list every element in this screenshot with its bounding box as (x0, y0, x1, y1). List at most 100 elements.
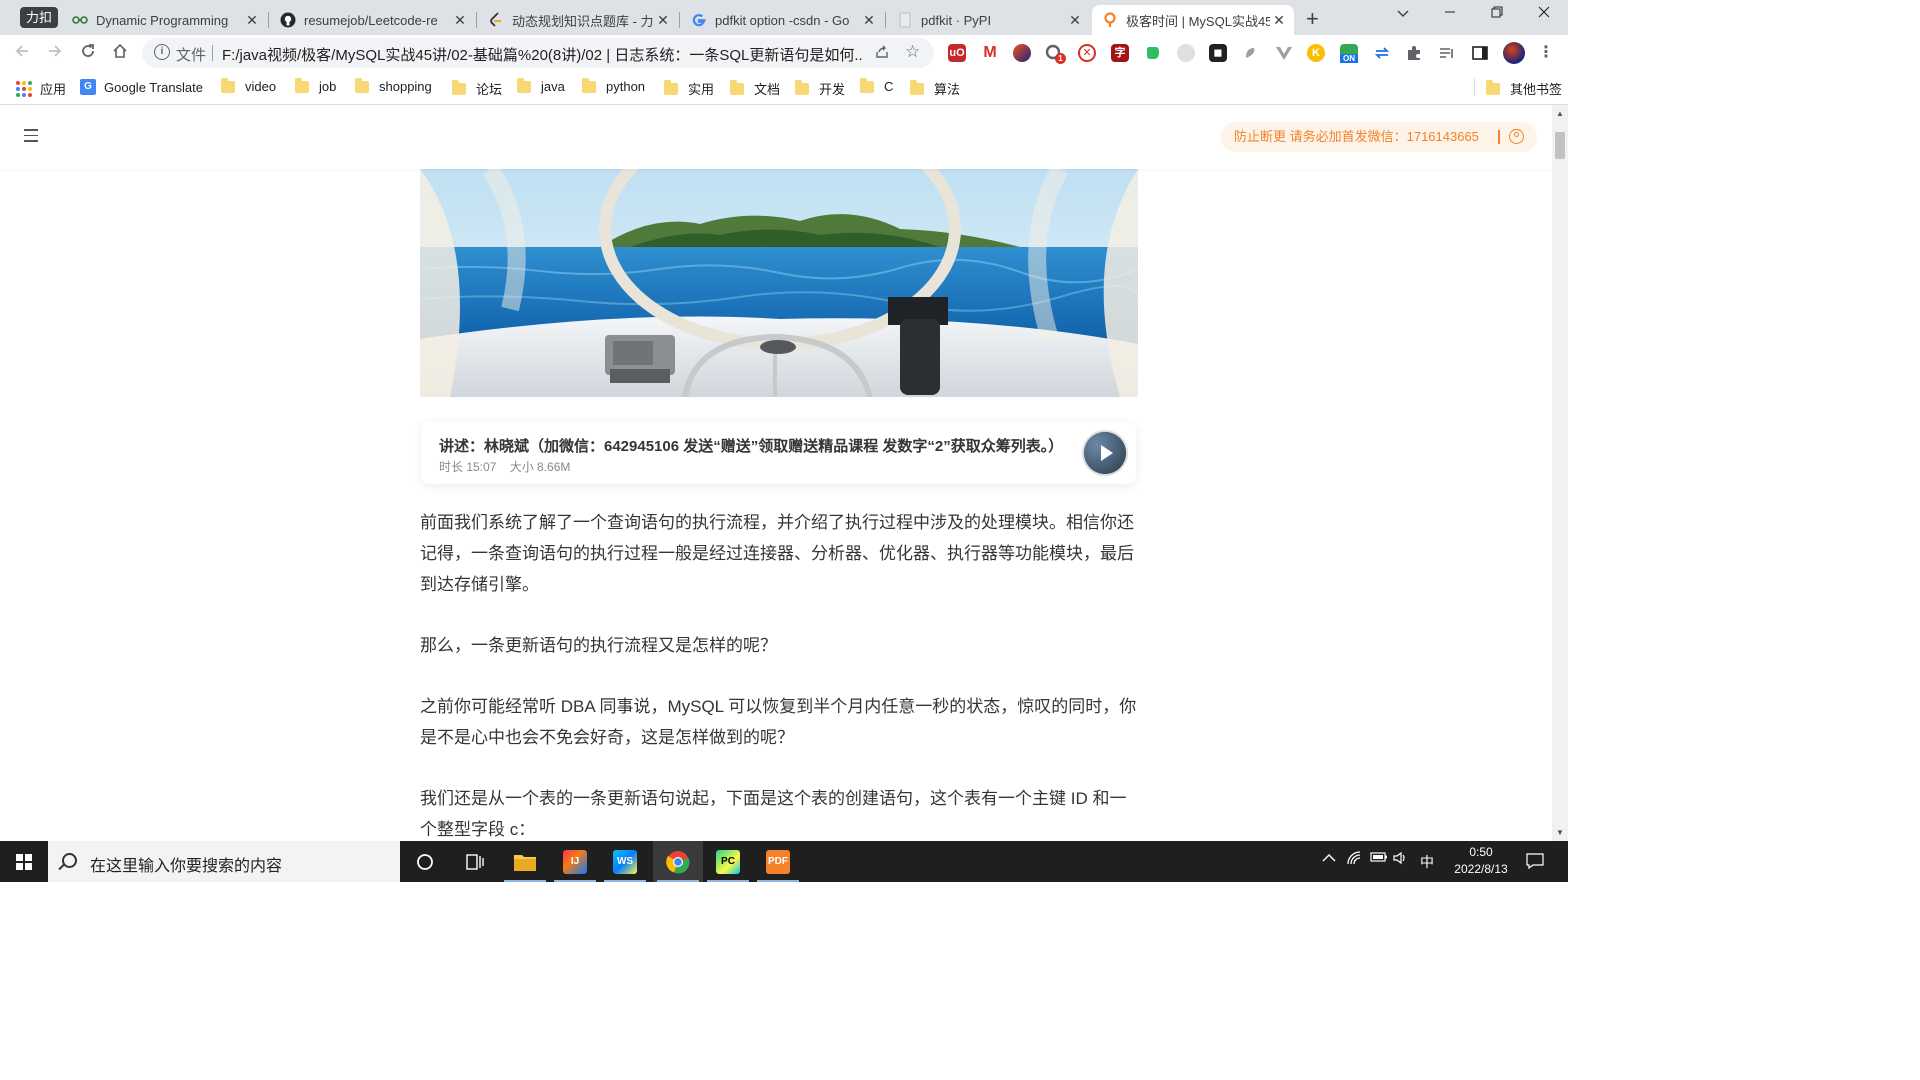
notice-pill: 防止断更 请务必加首发微信：1716143665 (1221, 122, 1537, 152)
loading-extension-icon[interactable] (1177, 44, 1195, 62)
ime-indicator[interactable]: 中 (1420, 852, 1434, 872)
reload-icon[interactable] (78, 43, 98, 64)
menu-kebab-icon[interactable]: ⋮ (1537, 44, 1555, 62)
task-view-icon[interactable] (450, 841, 500, 882)
close-icon[interactable]: ✕ (1270, 12, 1288, 29)
home-icon[interactable] (110, 43, 130, 64)
audio-player-card[interactable]: 讲述：林晓斌（加微信：642945106 发送“赠送”领取赠送精品课程 发数字“… (421, 422, 1136, 484)
evernote-icon[interactable] (1144, 44, 1162, 62)
file-explorer-icon[interactable] (500, 841, 550, 882)
taskbar-search[interactable]: 在这里输入你要搜索的内容 (48, 841, 400, 882)
back-icon[interactable] (12, 43, 32, 64)
close-icon[interactable]: ✕ (451, 12, 469, 29)
folder-icon (910, 79, 924, 95)
side-panel-icon[interactable] (1471, 44, 1489, 62)
article-paragraph: 之前你可能经常听 DBA 同事说，MySQL 可以恢复到半个月内任意一秒的状态，… (420, 697, 1137, 747)
minimize-icon[interactable] (1444, 5, 1456, 21)
battery-icon[interactable] (1370, 851, 1388, 866)
tab-geektime-active[interactable]: 极客时间 | MySQL实战45 ✕ (1092, 5, 1294, 35)
bookmark-star-icon[interactable]: ☆ (905, 42, 920, 62)
volume-icon[interactable] (1393, 851, 1409, 868)
bookmark-folder-python[interactable]: python (582, 77, 645, 94)
tab-github[interactable]: resumejob/Leetcode-re ✕ (270, 5, 475, 35)
audio-duration: 时长 15:07 (439, 460, 497, 474)
bookmark-folder-forum[interactable]: 论坛 (452, 79, 502, 98)
color-picker-icon[interactable] (1013, 44, 1031, 62)
url-text[interactable]: F:/java视频/极客/MySQL实战45讲/02-基础篇%20(8讲)/02… (222, 44, 862, 65)
pycharm-icon[interactable]: PC (703, 841, 753, 882)
profile-avatar[interactable] (1503, 42, 1525, 64)
tab-group-chip[interactable]: 力扣 (20, 7, 59, 28)
bookmark-folder-other[interactable]: 其他书签 (1486, 79, 1562, 98)
bookmark-folder-docs[interactable]: 文档 (730, 79, 780, 98)
extensions-puzzle-icon[interactable] (1405, 44, 1423, 62)
restore-icon[interactable] (1491, 5, 1503, 21)
intellij-idea-icon[interactable]: IJ (550, 841, 600, 882)
chrome-icon[interactable] (653, 841, 703, 882)
bookmark-folder-c[interactable]: C (860, 77, 893, 94)
toggle-extension-icon[interactable]: ON (1340, 44, 1358, 63)
bookmark-folder-dev[interactable]: 开发 (795, 79, 845, 98)
address-bar[interactable]: i 文件 F:/java视频/极客/MySQL实战45讲/02-基础篇%20(8… (142, 38, 934, 68)
vue-devtools-icon[interactable] (1275, 44, 1293, 62)
tab-search-icon[interactable] (1397, 5, 1409, 21)
play-button[interactable] (1084, 432, 1126, 474)
new-tab-button[interactable]: + (1306, 6, 1319, 32)
translate-swap-icon[interactable] (1373, 44, 1391, 62)
wifi-icon[interactable] (1347, 851, 1363, 868)
orange-extension-icon[interactable]: K (1307, 44, 1325, 62)
notifications-icon[interactable] (1526, 853, 1544, 872)
tab-title: 动态规划知识点题库 - 力扣 (512, 13, 654, 29)
folder-icon (452, 79, 466, 95)
tab-google-search[interactable]: pdfkit option -csdn - Go ✕ (681, 5, 884, 35)
pypi-icon (897, 12, 913, 28)
dictionary-icon[interactable]: 字 (1111, 44, 1129, 62)
page-scrollbar[interactable]: ▲ ▼ (1552, 105, 1568, 841)
bookmark-folder-java[interactable]: java (517, 77, 565, 94)
apps-shortcut[interactable]: 应用 (16, 79, 66, 98)
reading-list-icon[interactable] (1438, 44, 1456, 62)
bookmark-folder-shopping[interactable]: shopping (355, 77, 432, 94)
gmail-icon[interactable]: M (981, 44, 999, 62)
bookmark-folder-utilities[interactable]: 实用 (664, 79, 714, 98)
bookmark-google-translate[interactable]: G Google Translate (80, 79, 203, 95)
user-icon[interactable] (1509, 129, 1524, 144)
on-badge: ON (1340, 54, 1358, 63)
close-icon[interactable]: ✕ (1066, 12, 1084, 29)
scroll-down-icon[interactable]: ▼ (1556, 828, 1564, 837)
folder-icon (221, 77, 235, 93)
info-icon[interactable]: i (154, 44, 170, 60)
folder-icon (582, 77, 596, 93)
close-icon[interactable]: ✕ (243, 12, 261, 29)
tab-dynamic-programming[interactable]: Dynamic Programming ✕ (62, 5, 267, 35)
show-hidden-icons[interactable] (1322, 851, 1336, 866)
system-clock[interactable]: 0:50 2022/8/13 (1446, 844, 1516, 878)
ublock-icon[interactable]: uO (948, 44, 966, 62)
forward-icon[interactable] (45, 43, 65, 64)
bookmark-label: 开发 (819, 82, 846, 97)
webstorm-icon[interactable]: WS (600, 841, 650, 882)
close-icon[interactable]: ✕ (860, 12, 878, 29)
start-button[interactable] (0, 841, 48, 882)
cortana-icon[interactable] (400, 841, 450, 882)
bookmark-label: 应用 (40, 82, 67, 97)
article-paragraph: 前面我们系统了解了一个查询语句的执行流程，并介绍了执行过程中涉及的处理模块。相信… (420, 513, 1134, 594)
block-icon[interactable]: ✕ (1078, 44, 1096, 62)
scrollbar-thumb[interactable] (1555, 132, 1565, 159)
dark-reader-icon[interactable]: ◼ (1209, 44, 1227, 62)
close-icon[interactable]: ✕ (654, 12, 672, 29)
bookmark-folder-algorithms[interactable]: 算法 (910, 79, 960, 98)
bookmark-label: job (319, 79, 337, 94)
disabled-extension-icon[interactable] (1242, 44, 1260, 62)
grey-extension-icon[interactable]: 1 (1045, 44, 1066, 64)
scroll-up-icon[interactable]: ▲ (1556, 109, 1564, 118)
share-icon[interactable] (874, 43, 890, 63)
bookmark-folder-video[interactable]: video (221, 77, 276, 94)
bookmark-folder-job[interactable]: job (295, 77, 337, 94)
tab-leetcode-dp[interactable]: 动态规划知识点题库 - 力扣 ✕ (478, 5, 678, 35)
pdf-reader-icon[interactable]: PDF (753, 841, 803, 882)
tab-pypi[interactable]: pdfkit · PyPI ✕ (887, 5, 1090, 35)
menu-icon[interactable] (24, 129, 38, 146)
notice-divider (1498, 130, 1500, 144)
window-close-icon[interactable] (1538, 5, 1550, 21)
